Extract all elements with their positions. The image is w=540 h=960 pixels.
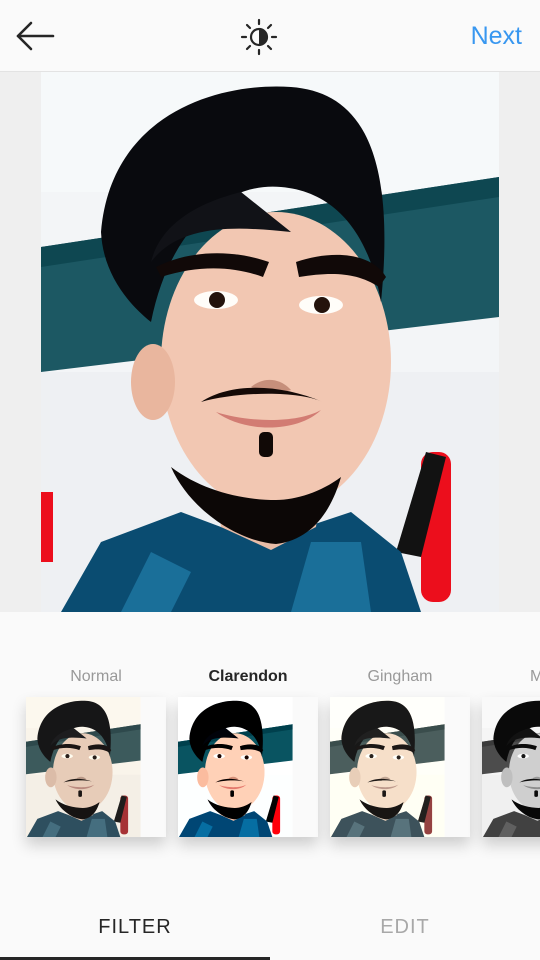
filter-thumbnail[interactable] bbox=[178, 697, 318, 837]
bottom-tab-bar: FILTER EDIT bbox=[0, 895, 540, 960]
back-button[interactable] bbox=[14, 16, 58, 56]
brightness-lux-icon bbox=[240, 18, 278, 56]
filter-strip[interactable]: Normal Clarendon Gingham M bbox=[0, 612, 540, 862]
tab-edit[interactable]: EDIT bbox=[270, 895, 540, 960]
filter-label: Clarendon bbox=[208, 668, 288, 685]
next-button[interactable]: Next bbox=[471, 20, 522, 52]
filter-label: M bbox=[530, 668, 540, 685]
filter-label: Gingham bbox=[367, 668, 433, 685]
filter-thumbnail[interactable] bbox=[26, 697, 166, 837]
filter-label: Normal bbox=[70, 668, 122, 685]
arrow-left-icon bbox=[16, 21, 55, 51]
tab-filter[interactable]: FILTER bbox=[0, 895, 270, 960]
photo-preview-area bbox=[0, 72, 540, 612]
lux-button[interactable] bbox=[240, 18, 278, 56]
portrait-photo bbox=[41, 72, 499, 612]
photo-preview[interactable] bbox=[41, 72, 499, 612]
filter-thumbnail[interactable] bbox=[330, 697, 470, 837]
filter-thumbnail[interactable] bbox=[482, 697, 540, 837]
top-bar: Next bbox=[0, 0, 540, 72]
